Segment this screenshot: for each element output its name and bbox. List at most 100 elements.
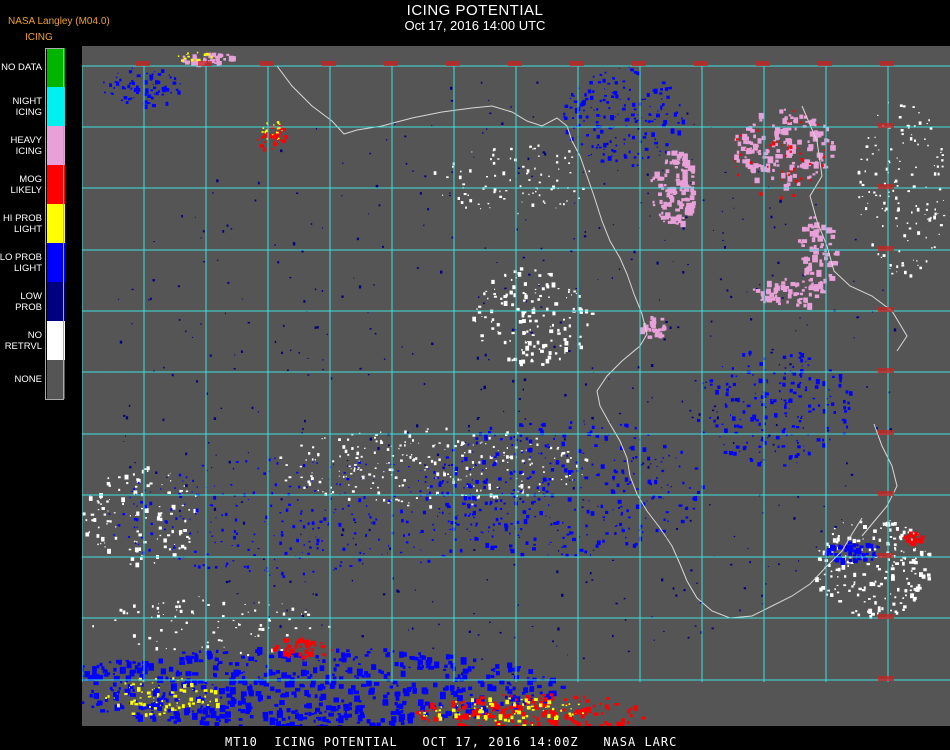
icing-pixel bbox=[604, 88, 606, 90]
icing-pixel bbox=[222, 601, 226, 606]
icing-pixel bbox=[441, 511, 444, 515]
icing-pixel bbox=[524, 311, 527, 314]
icing-pixel bbox=[677, 121, 680, 124]
icing-pixel bbox=[347, 543, 349, 546]
icing-pixel bbox=[417, 480, 419, 482]
icing-pixel bbox=[274, 483, 277, 487]
icing-pixel bbox=[677, 200, 680, 204]
icing-pixel bbox=[298, 557, 301, 559]
icing-pixel bbox=[302, 525, 306, 529]
icing-pixel bbox=[507, 720, 510, 723]
icing-pixel bbox=[339, 676, 344, 680]
icing-pixel bbox=[443, 714, 446, 718]
icing-pixel bbox=[345, 653, 351, 658]
icing-pixel bbox=[566, 459, 570, 463]
icing-pixel bbox=[541, 287, 545, 291]
icing-pixel bbox=[138, 704, 140, 706]
icing-pixel bbox=[106, 520, 110, 523]
icing-pixel bbox=[557, 529, 559, 532]
icing-pixel bbox=[522, 319, 526, 323]
icing-pixel bbox=[582, 712, 584, 715]
icing-pixel bbox=[275, 670, 280, 674]
icing-pixel bbox=[258, 601, 260, 604]
icing-pixel bbox=[111, 92, 114, 95]
icing-pixel bbox=[363, 496, 366, 499]
icing-pixel bbox=[882, 225, 884, 228]
icing-pixel bbox=[570, 421, 573, 424]
icing-pixel bbox=[510, 522, 513, 525]
icing-pixel bbox=[877, 609, 881, 613]
icing-pixel bbox=[522, 724, 527, 726]
icing-pixel bbox=[303, 544, 305, 546]
legend-label-line: ICING bbox=[15, 145, 42, 157]
icing-pixel bbox=[676, 154, 682, 159]
icing-pixel bbox=[418, 442, 420, 444]
icing-pixel bbox=[880, 527, 882, 529]
icing-pixel bbox=[647, 401, 649, 403]
icing-pixel bbox=[823, 573, 826, 576]
icing-pixel bbox=[550, 339, 553, 342]
icing-pixel bbox=[214, 62, 217, 64]
icing-pixel bbox=[360, 477, 363, 479]
icing-pixel bbox=[415, 711, 420, 715]
legend-item: NIGHT ICING bbox=[0, 87, 66, 126]
icing-pixel bbox=[257, 676, 260, 679]
icing-pixel bbox=[517, 710, 521, 715]
icing-pixel bbox=[651, 616, 653, 618]
icing-pixel bbox=[796, 426, 800, 429]
icing-pixel bbox=[476, 715, 480, 720]
icing-pixel bbox=[275, 721, 281, 726]
icing-pixel bbox=[421, 710, 424, 712]
icing-pixel bbox=[187, 55, 190, 58]
icing-pixel bbox=[917, 143, 919, 146]
icing-pixel bbox=[302, 661, 307, 667]
icing-pixel bbox=[223, 646, 225, 648]
icing-pixel bbox=[781, 297, 784, 299]
icing-pixel bbox=[353, 518, 356, 521]
icing-pixel bbox=[241, 613, 244, 616]
icing-pixel bbox=[483, 302, 485, 305]
icing-pixel bbox=[330, 497, 332, 500]
icing-pixel bbox=[563, 203, 565, 206]
icing-pixel bbox=[414, 589, 416, 591]
icing-pixel bbox=[859, 180, 862, 184]
icing-pixel bbox=[322, 716, 327, 722]
icing-pixel bbox=[789, 363, 792, 366]
icing-pixel bbox=[822, 438, 825, 442]
icing-pixel bbox=[316, 538, 320, 543]
icing-pixel bbox=[818, 285, 822, 290]
icing-pixel bbox=[287, 369, 289, 371]
icing-pixel bbox=[589, 81, 593, 85]
icing-pixel bbox=[571, 294, 572, 296]
icing-pixel bbox=[128, 548, 132, 551]
icing-pixel bbox=[382, 245, 384, 248]
icing-pixel bbox=[604, 482, 609, 486]
icing-pixel bbox=[261, 627, 265, 631]
icing-pixel bbox=[302, 572, 305, 576]
coastline-south bbox=[861, 423, 898, 537]
icing-pixel bbox=[220, 541, 223, 543]
icing-pixel bbox=[168, 666, 174, 672]
icing-pixel bbox=[198, 596, 200, 598]
icing-pixel bbox=[397, 499, 400, 502]
icing-pixel bbox=[532, 148, 534, 150]
icing-pixel bbox=[449, 549, 453, 553]
icing-pixel bbox=[538, 483, 541, 486]
icing-pixel bbox=[665, 511, 669, 514]
icing-pixel bbox=[257, 411, 259, 413]
icing-pixel bbox=[559, 321, 562, 324]
icing-pixel bbox=[370, 687, 374, 692]
icing-pixel bbox=[575, 287, 577, 290]
icing-pixel bbox=[853, 337, 855, 339]
icing-pixel bbox=[411, 511, 413, 513]
icing-pixel bbox=[761, 603, 763, 605]
icing-pixel bbox=[487, 202, 490, 205]
icing-pixel bbox=[219, 54, 224, 58]
icing-pixel bbox=[649, 106, 651, 108]
icing-pixel bbox=[934, 212, 937, 216]
icing-pixel bbox=[373, 475, 376, 478]
icing-pixel bbox=[780, 128, 785, 135]
icing-pixel bbox=[730, 374, 734, 378]
icing-pixel bbox=[332, 460, 335, 463]
icing-pixel bbox=[462, 668, 469, 674]
